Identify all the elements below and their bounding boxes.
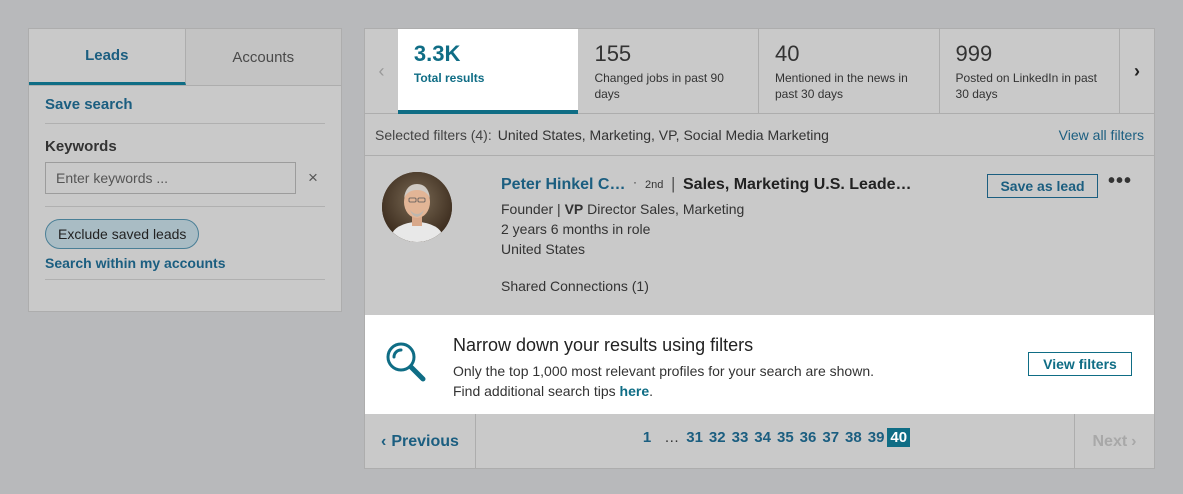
page-link[interactable]: 33 [729, 429, 752, 446]
view-filters-button[interactable]: View filters [1028, 352, 1132, 376]
shared-connections[interactable]: Shared Connections (1) [501, 278, 649, 294]
tip-line2-prefix: Find additional search tips [453, 383, 620, 399]
page-link[interactable]: 31 [683, 429, 706, 446]
page-link[interactable]: 1 [640, 429, 654, 446]
selected-filters-label: Selected filters (4): [375, 126, 492, 143]
connection-degree-badge: 2nd [645, 179, 664, 191]
title-bold: VP [564, 201, 584, 217]
tip-line1: Only the top 1,000 most relevant profile… [453, 363, 874, 379]
lead-tenure: 2 years 6 months in role [501, 221, 651, 237]
stat-label: Total results [413, 71, 485, 85]
stat-label: Posted on LinkedIn in past 30 days [955, 71, 1097, 101]
title-prefix: Founder | [501, 201, 565, 217]
stat-changed-jobs[interactable]: 155 Changed jobs in past 90 days [578, 29, 759, 113]
stat-total-results[interactable]: 3.3K Total results [397, 29, 579, 114]
lead-title: Founder | VP Director Sales, Marketing [501, 201, 744, 217]
previous-page-button[interactable]: ‹ Previous [365, 414, 476, 469]
chevron-right-icon: › [1131, 432, 1137, 450]
tip-title: Narrow down your results using filters [453, 335, 754, 355]
company-name[interactable]: Sales, Marketing U.S. Leade… [683, 176, 912, 194]
stat-label: Changed jobs in past 90 days [594, 71, 724, 101]
lead-result-card: Peter Hinkel C… · 2nd | Sales, Marketing… [365, 156, 1154, 316]
left-filter-panel: Leads Accounts Save search Keywords × Ex… [28, 28, 342, 312]
keywords-input[interactable] [45, 162, 296, 194]
view-all-filters-link[interactable]: View all filters [1059, 127, 1144, 143]
keywords-label: Keywords [45, 138, 117, 155]
results-panel: ‹ 3.3K Total results 155 Changed jobs in… [364, 28, 1155, 469]
avatar[interactable] [382, 172, 452, 242]
stat-value: 40 [775, 41, 800, 66]
tip-line2: Find additional search tips here. [453, 381, 874, 401]
page-link[interactable]: 39 [865, 429, 888, 446]
page-link[interactable]: 34 [751, 429, 774, 446]
search-within-accounts-link[interactable]: Search within my accounts [45, 255, 325, 280]
title-suffix: Director Sales, Marketing [583, 201, 745, 217]
page-link[interactable]: 37 [819, 429, 842, 446]
stat-value: 3.3K [413, 41, 461, 66]
stat-value: 155 [594, 41, 632, 66]
next-label: Next [1092, 432, 1128, 450]
selected-filters-values: United States, Marketing, VP, Social Med… [497, 126, 829, 143]
page-link[interactable]: 38 [842, 429, 865, 446]
tab-accounts[interactable]: Accounts [185, 29, 341, 85]
previous-label: Previous [391, 432, 459, 450]
stats-bar: ‹ 3.3K Total results 155 Changed jobs in… [365, 29, 1154, 114]
stat-value: 999 [955, 41, 993, 66]
lead-location: United States [501, 241, 586, 257]
narrow-results-tip: Narrow down your results using filters O… [365, 315, 1154, 414]
chevron-left-icon: ‹ [381, 432, 387, 450]
stats-next-icon[interactable]: › [1120, 29, 1154, 113]
page-link[interactable]: 35 [774, 429, 797, 446]
page-link[interactable]: 36 [797, 429, 820, 446]
page-ellipsis: … [664, 429, 680, 446]
tip-line2-suffix: . [649, 383, 654, 399]
page-link[interactable]: 32 [706, 429, 729, 446]
keywords-row: × [45, 162, 325, 194]
separator-bar: | [671, 174, 676, 193]
tip-text: Only the top 1,000 most relevant profile… [453, 361, 874, 401]
pagination: ‹ Previous 1 … 31 32 33 34 35 36 37 38 3… [365, 414, 1154, 469]
next-page-button: Next › [1074, 414, 1154, 469]
save-as-lead-button[interactable]: Save as lead [987, 174, 1098, 198]
clear-icon[interactable]: × [306, 168, 320, 188]
lead-account-tabs: Leads Accounts [29, 29, 341, 86]
stat-mentioned-news[interactable]: 40 Mentioned in the news in past 30 days [759, 29, 940, 113]
exclude-saved-leads-toggle[interactable]: Exclude saved leads [45, 219, 200, 249]
separator-dot: · [633, 175, 637, 189]
save-search-link[interactable]: Save search [45, 86, 325, 124]
tab-leads[interactable]: Leads [29, 29, 186, 85]
stat-posted-linkedin[interactable]: 999 Posted on LinkedIn in past 30 days [940, 29, 1121, 113]
search-magnifier-icon [386, 342, 426, 382]
stats-prev-icon[interactable]: ‹ [365, 29, 398, 113]
divider [45, 206, 325, 207]
lead-name-link[interactable]: Peter Hinkel C… [501, 176, 625, 194]
stat-label: Mentioned in the news in past 30 days [775, 71, 908, 101]
search-tips-link[interactable]: here [620, 383, 650, 399]
more-options-icon[interactable]: ••• [1108, 170, 1132, 193]
current-page: 40 [887, 428, 911, 447]
page-numbers: 1 … 31 32 33 34 35 36 37 38 39 40 [476, 414, 1074, 469]
selected-filters-row: Selected filters (4): United States, Mar… [365, 114, 1154, 156]
